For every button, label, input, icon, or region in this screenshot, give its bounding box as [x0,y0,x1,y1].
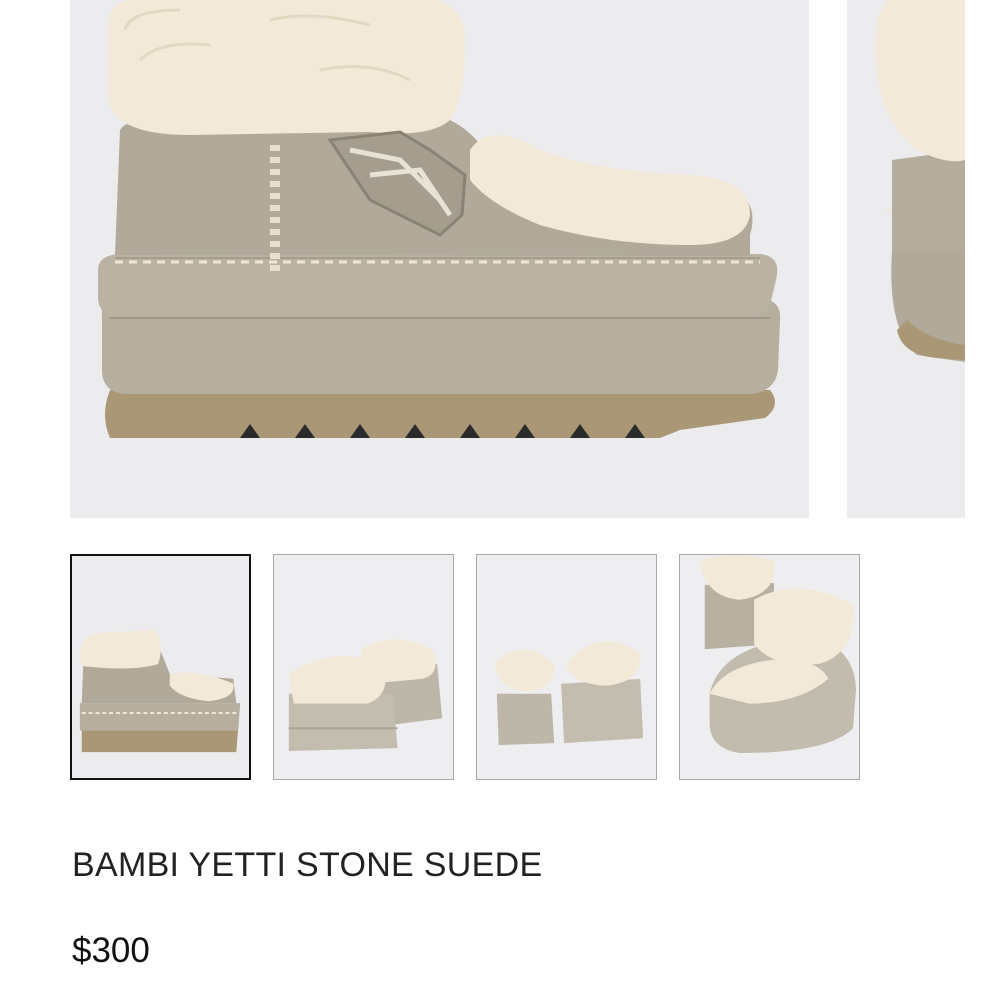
thumbnail-back-pair-illustration [477,555,656,779]
product-price: $300 [72,931,150,970]
next-product-image-preview[interactable] [847,0,965,518]
thumbnail-back-pair-view[interactable] [476,554,657,780]
thumbnail-side-view[interactable] [70,554,251,780]
thumbnail-side-view-illustration [72,556,249,778]
boot-partial-illustration [875,0,965,362]
thumbnail-top-angle-view[interactable] [679,554,860,780]
thumbnail-front-pair-illustration [274,555,453,779]
thumbnail-top-angle-illustration [680,555,859,779]
boot-side-illustration [98,0,781,438]
product-title: BAMBI YETTI STONE SUEDE [72,846,543,884]
thumbnail-strip [70,554,870,784]
product-image-carousel[interactable] [0,0,1000,520]
thumbnail-front-pair-view[interactable] [273,554,454,780]
main-product-image[interactable] [70,0,809,518]
